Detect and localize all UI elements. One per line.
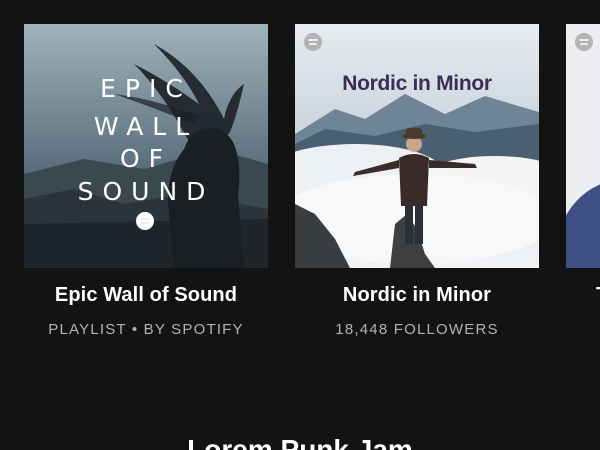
spotify-logo-icon: [136, 212, 154, 230]
playlist-card-partial[interactable]: T: [566, 24, 600, 307]
playlist-title[interactable]: Nordic in Minor: [295, 284, 539, 307]
cover-title-line-3: OF: [119, 144, 173, 173]
cover-art-partial: [566, 24, 600, 268]
playlist-followers: 18,448 FOLLOWERS: [335, 321, 499, 338]
playlist-cover[interactable]: EPIC WALL OF SOUND: [24, 24, 268, 268]
spotify-logo-icon: [575, 33, 593, 51]
browse-playlists-view: EPIC WALL OF SOUND Epic Wall of Sound PL…: [0, 0, 600, 450]
cover-art-nordic: [295, 24, 539, 268]
cover-title-line-2: WALL: [93, 112, 199, 141]
playlist-title[interactable]: T: [566, 284, 600, 307]
section-heading: Lorem Punk Jam: [187, 434, 413, 450]
playlist-card-epic-wall-of-sound[interactable]: EPIC WALL OF SOUND Epic Wall of Sound PL…: [24, 24, 268, 338]
cover-title: Nordic in Minor: [342, 72, 492, 95]
playlist-card-nordic-in-minor[interactable]: Nordic in Minor Nordic in Minor 18,448 F…: [295, 24, 539, 338]
cover-title-line-4: SOUND: [77, 177, 215, 206]
spotify-logo-icon: [304, 33, 322, 51]
playlist-cover[interactable]: [566, 24, 600, 268]
playlist-title[interactable]: Epic Wall of Sound: [24, 284, 268, 307]
cover-title-line-1: EPIC: [100, 74, 192, 103]
playlist-subtitle: PLAYLIST • BY SPOTIFY: [48, 321, 244, 338]
playlist-cover[interactable]: Nordic in Minor: [295, 24, 539, 268]
